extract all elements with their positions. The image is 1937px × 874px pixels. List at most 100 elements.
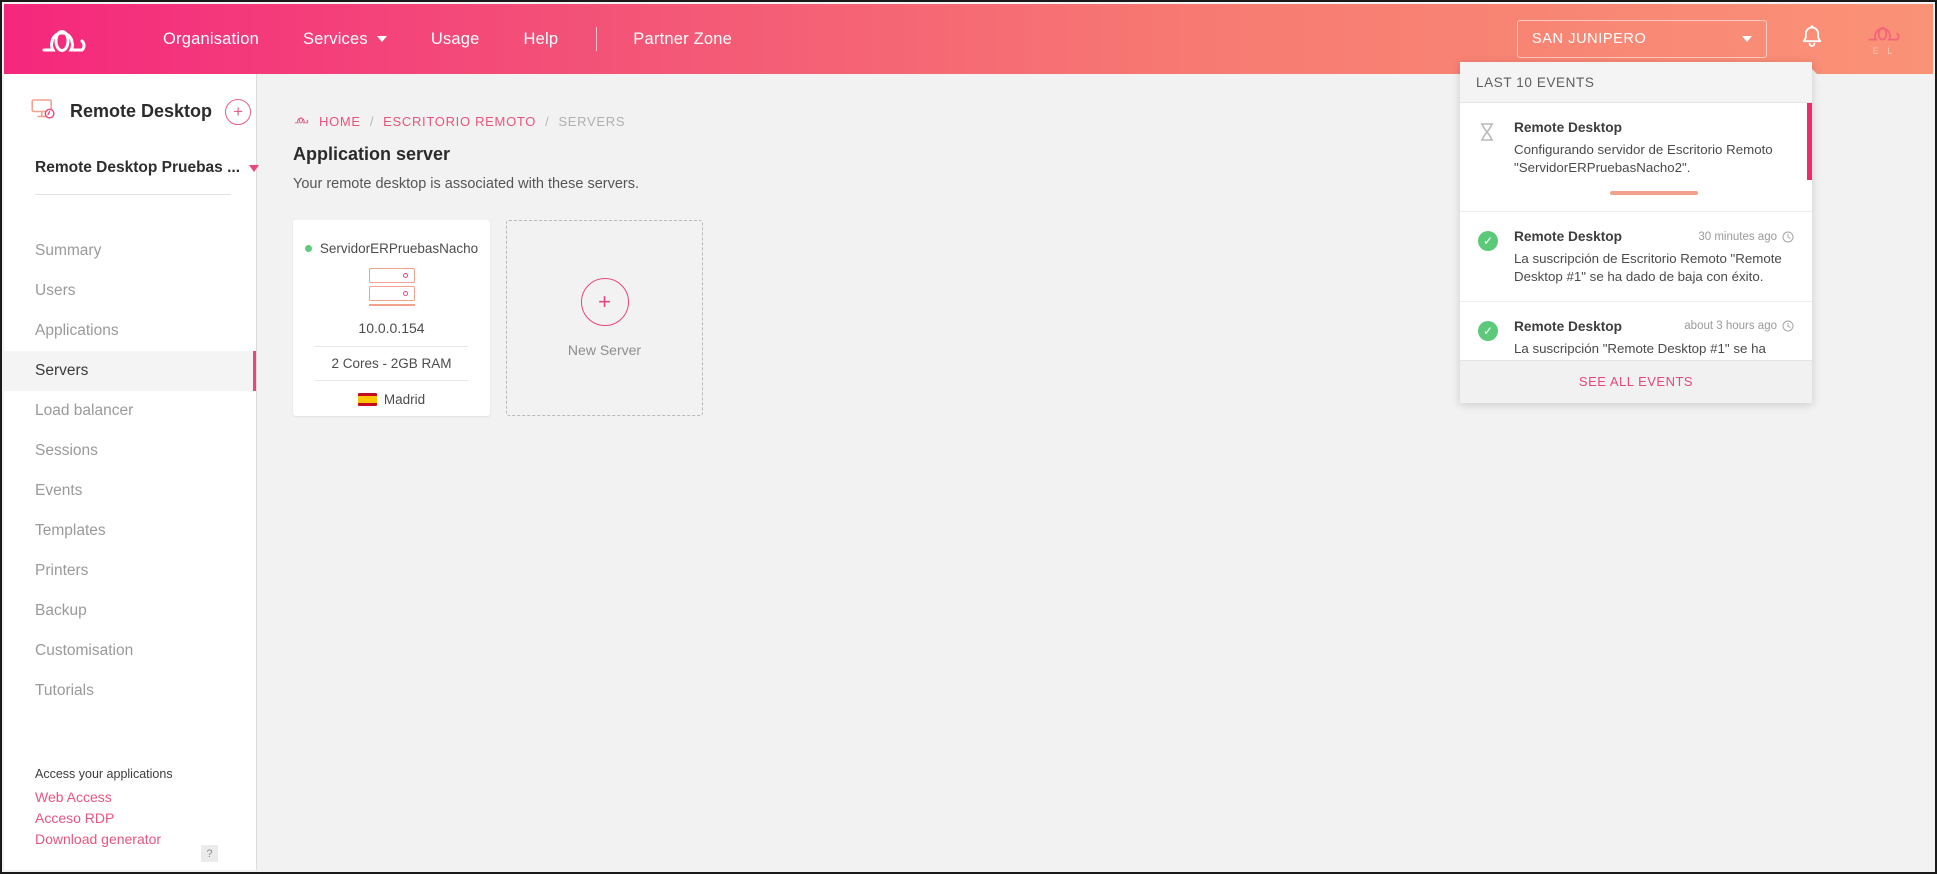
server-location-label: Madrid [383,392,426,407]
cloud-logo-icon[interactable] [37,19,91,59]
sidebar-item-templates[interactable]: Templates [4,511,256,551]
notification-body: Remote Desktop Configurando servidor de … [1514,120,1794,196]
nav-partner-zone-label: Partner Zone [633,29,732,48]
server-spec: 2 Cores - 2GB RAM [315,346,468,381]
nav-usage[interactable]: Usage [431,30,480,49]
app-window: Organisation Services Usage Help Partner… [0,0,1937,874]
new-server-card[interactable]: + New Server [506,220,703,416]
notification-title: Remote Desktop [1514,120,1623,135]
check-circle-icon: ✓ [1478,320,1498,341]
chevron-down-icon [376,36,387,42]
notifications-list: Remote Desktop Configurando servidor de … [1460,103,1812,360]
nav-services[interactable]: Services [303,30,387,49]
notification-message: Configurando servidor de Escritorio Remo… [1514,142,1773,175]
sidebar-item-label: Printers [35,562,89,579]
breadcrumb-separator: / [545,114,550,129]
sidebar-item-tutorials[interactable]: Tutorials [4,671,256,711]
cloud-logo-watermark-icon [1868,26,1900,41]
notification-time: about 3 hours ago [1684,320,1794,332]
chevron-down-icon [249,164,260,172]
server-card-header: ServidorERPruebasNacho [293,241,490,256]
notification-body: Remote Desktop about 3 hours ago La susc… [1514,318,1794,360]
sidebar-item-label: Customisation [35,642,134,659]
nav-organisation-label: Organisation [163,29,259,48]
spain-flag-icon [357,393,377,406]
notification-item[interactable]: Remote Desktop Configurando servidor de … [1460,103,1812,213]
notification-item[interactable]: ✓ Remote Desktop about 3 hours ago La su… [1460,302,1812,360]
nav-help-label: Help [523,29,559,48]
nav-organisation[interactable]: Organisation [163,30,259,49]
sidebar-item-backup[interactable]: Backup [4,591,256,631]
notification-message: La suscripción de Escritorio Remoto "Rem… [1514,251,1782,285]
sidebar-item-label: Users [35,282,76,299]
plus-icon: + [233,102,243,121]
server-location: Madrid [293,392,490,407]
nav-divider [596,27,598,51]
clock-icon [1782,231,1794,243]
sidebar-item-customisation[interactable]: Customisation [4,631,256,671]
sidebar-item-label: Sessions [35,442,98,459]
sidebar-item-summary[interactable]: Summary [4,231,256,271]
nav-help[interactable]: Help [524,30,559,49]
sidebar-item-load-balancer[interactable]: Load balancer [4,391,256,431]
main-nav: Organisation Services Usage Help Partner… [163,27,776,51]
sidebar-item-label: Applications [35,322,119,339]
server-card[interactable]: ServidorERPruebasNacho 10.0.0.154 2 Core… [293,220,490,416]
subscription-selector-value: Remote Desktop Pruebas ... [35,159,241,176]
breadcrumb-home-icon[interactable] [293,114,310,129]
chevron-down-icon [1742,36,1752,42]
notifications-button[interactable] [1800,24,1824,81]
notifications-heading: LAST 10 EVENTS [1460,62,1812,103]
remote-desktop-monitor-icon [31,98,57,125]
partner-logo-text: E L [1872,46,1896,56]
sidebar-title: Remote Desktop [70,101,213,121]
sidebar-item-events[interactable]: Events [4,471,256,511]
sidebar-item-label: Events [35,482,83,499]
sidebar-footer-title: Access your applications [35,767,173,781]
breadcrumb-current: SERVERS [558,114,626,129]
server-name: ServidorERPruebasNacho [319,241,479,256]
sidebar-item-label: Tutorials [35,682,94,699]
breadcrumb-home-link[interactable]: HOME [319,114,361,129]
new-server-label: New Server [567,342,642,358]
notification-time-label: 30 minutes ago [1698,230,1777,243]
web-access-link[interactable]: Web Access [35,789,240,805]
organisation-selector[interactable]: SAN JUNIPERO [1517,20,1767,58]
sidebar-item-label: Servers [35,362,89,379]
sidebar-item-applications[interactable]: Applications [4,311,256,351]
notification-item[interactable]: ✓ Remote Desktop 30 minutes ago La suscr… [1460,212,1812,302]
plus-icon: + [580,278,629,326]
breadcrumb-parent-link[interactable]: ESCRITORIO REMOTO [383,114,536,129]
subscription-selector[interactable]: Remote Desktop Pruebas ... [35,159,260,195]
help-badge[interactable]: ? [201,845,218,862]
organisation-selector-value: SAN JUNIPERO [1532,31,1647,47]
sidebar-footer: Access your applications Web Access Acce… [35,767,240,852]
partner-logo: E L [1863,22,1905,56]
sidebar-item-label: Backup [35,602,87,619]
sidebar-item-label: Summary [35,242,102,259]
nav-services-label: Services [302,29,368,48]
see-all-events-button[interactable]: SEE ALL EVENTS [1460,360,1812,403]
sidebar-item-servers[interactable]: Servers [4,351,256,391]
sidebar-item-label: Load balancer [35,402,134,419]
check-circle-icon: ✓ [1478,231,1498,252]
notifications-scrollbar[interactable] [1807,103,1812,180]
sidebar-header: Remote Desktop + [4,74,256,125]
sidebar-item-users[interactable]: Users [4,271,256,311]
sidebar-menu: Summary Users Applications Servers Load … [4,231,256,711]
add-subscription-button[interactable]: + [225,98,252,125]
nav-usage-label: Usage [430,29,480,48]
status-online-indicator [304,245,312,252]
sidebar-item-printers[interactable]: Printers [4,551,256,591]
notification-body: Remote Desktop 30 minutes ago La suscrip… [1514,229,1794,285]
sidebar-item-label: Templates [35,522,106,539]
breadcrumb-separator: / [369,114,375,129]
nav-partner-zone[interactable]: Partner Zone [633,30,732,49]
notification-title: Remote Desktop [1514,318,1623,334]
bell-icon [1802,24,1822,47]
notification-time-label: about 3 hours ago [1684,320,1777,333]
server-ip: 10.0.0.154 [358,320,425,336]
sidebar-item-sessions[interactable]: Sessions [4,431,256,471]
header-right-controls: SAN JUNIPERO E L [1517,20,1933,81]
acceso-rdp-link[interactable]: Acceso RDP [35,810,240,826]
